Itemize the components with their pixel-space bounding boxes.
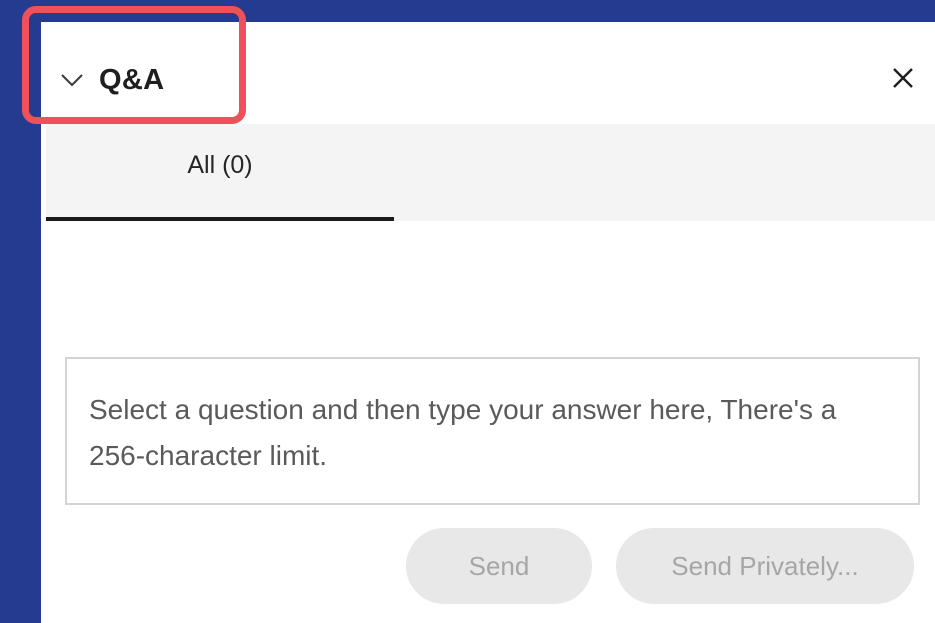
qa-panel-header: Q&A <box>41 22 935 124</box>
panel-title: Q&A <box>99 63 165 96</box>
close-button[interactable] <box>885 62 921 98</box>
tab-bar: All (0) <box>46 124 935 221</box>
qa-panel: Q&A All (0) Send Send Privately... <box>41 22 935 623</box>
send-button[interactable]: Send <box>406 528 592 604</box>
close-icon <box>891 66 915 95</box>
tab-all-label: All (0) <box>187 151 253 179</box>
chevron-down-icon <box>59 70 85 90</box>
tab-selected-indicator <box>46 217 394 221</box>
answer-input[interactable] <box>65 357 920 505</box>
collapse-toggle[interactable]: Q&A <box>59 58 164 102</box>
tab-all[interactable]: All (0) <box>46 124 394 221</box>
send-privately-button[interactable]: Send Privately... <box>616 528 914 604</box>
